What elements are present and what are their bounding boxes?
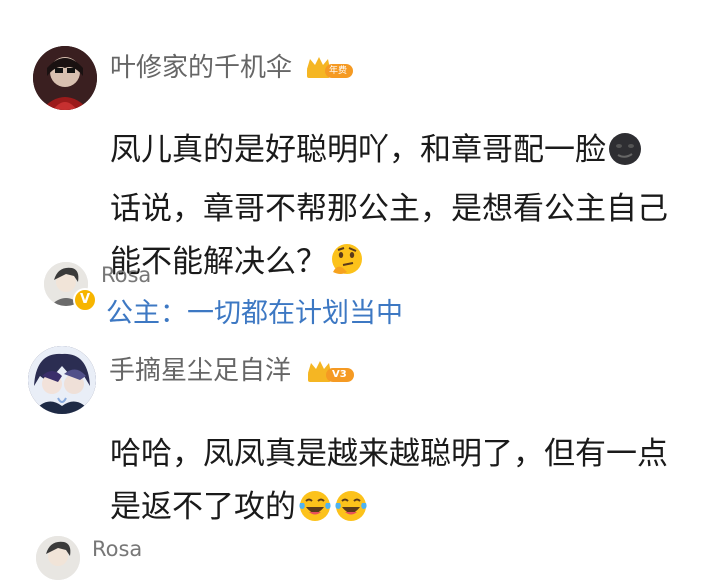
comment-line: 是返不了攻的 bbox=[110, 489, 296, 525]
reply-username[interactable]: Rosa bbox=[92, 536, 142, 562]
tears-of-joy-emoji bbox=[298, 487, 332, 540]
annual-vip-badge: 年费 bbox=[305, 55, 355, 85]
comment-line: 话说，章哥不帮那公主，是想看公主自己 bbox=[110, 191, 668, 227]
reply-text-link[interactable]: 公主：一切都在计划当中 bbox=[106, 297, 403, 331]
vip-level-badge: V3 bbox=[306, 359, 356, 389]
vip-badge-label: 年费 bbox=[329, 66, 348, 76]
comment-line: 哈哈，凤凤真是越来越聪明了，但有一点 bbox=[110, 436, 668, 472]
comment-username[interactable]: 叶修家的千机伞 bbox=[110, 52, 292, 84]
tears-of-joy-emoji bbox=[334, 487, 368, 540]
avatar[interactable] bbox=[28, 346, 96, 414]
reply-username[interactable]: Rosa bbox=[101, 262, 151, 288]
reply-avatar[interactable] bbox=[36, 536, 80, 580]
comment-body: 凤儿真的是好聪明吖，和章哥配一脸 话说，章哥不帮那公主，是想看公主自己 能不能解… bbox=[110, 124, 710, 295]
comment-body: 哈哈，凤凤真是越来越聪明了，但有一点 是返不了攻的 bbox=[110, 428, 710, 540]
avatar[interactable] bbox=[33, 46, 97, 110]
comment-username[interactable]: 手摘星尘足自洋 bbox=[109, 355, 291, 387]
verified-badge: V bbox=[73, 288, 97, 312]
comment-line: 凤儿真的是好聪明吖，和章哥配一脸 bbox=[110, 132, 606, 168]
dark-moon-face-emoji bbox=[608, 130, 642, 183]
thinking-face-emoji bbox=[329, 242, 365, 295]
vip-level-label: V3 bbox=[332, 369, 347, 380]
